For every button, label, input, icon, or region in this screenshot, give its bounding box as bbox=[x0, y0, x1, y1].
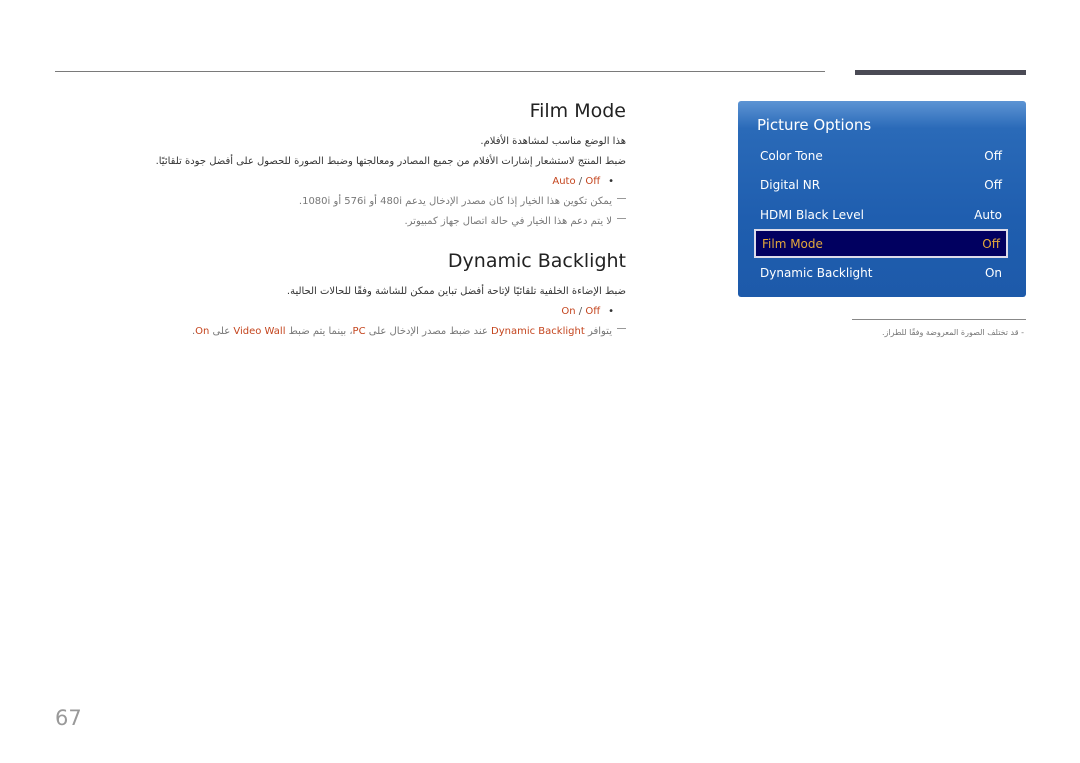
film-mode-description: هذا الوضع مناسب لمشاهدة الأفلام. bbox=[480, 136, 626, 147]
menu-item-value: Auto bbox=[974, 208, 1002, 222]
film-mode-note-2: لا يتم دعم هذا الخيار في حالة اتصال جهاز… bbox=[150, 212, 626, 232]
menu-item-dynamic-backlight[interactable]: Dynamic Backlight On bbox=[754, 259, 1008, 287]
dynamic-backlight-note: يتوافر Dynamic Backlight عند ضبط مصدر ال… bbox=[150, 322, 626, 342]
menu-item-color-tone[interactable]: Color Tone Off bbox=[754, 142, 1008, 170]
option-off: Off bbox=[585, 176, 601, 187]
footnote: - قد تختلف الصورة المعروضة وفقًا للطراز. bbox=[881, 328, 1024, 337]
film-mode-note-1: يمكن تكوين هذا الخيار إذا كان مصدر الإدخ… bbox=[150, 192, 626, 212]
option-separator: / bbox=[575, 306, 586, 317]
note-text: عند ضبط مصدر الإدخال على bbox=[365, 326, 492, 337]
menu-item-film-mode[interactable]: Film Mode Off bbox=[754, 229, 1008, 258]
menu-item-value: On bbox=[984, 266, 1002, 280]
main-content: Film Mode هذا الوضع مناسب لمشاهدة الأفلا… bbox=[150, 98, 626, 342]
menu-title: Picture Options bbox=[757, 116, 872, 134]
film-mode-heading: Film Mode bbox=[529, 100, 626, 122]
bullet-icon: • bbox=[608, 306, 614, 317]
dynamic-backlight-section: Dynamic Backlight ضبط الإضاءة الخلفية تل… bbox=[150, 248, 626, 342]
menu-item-value: Off bbox=[982, 236, 1000, 251]
option-on: On bbox=[561, 306, 576, 317]
footnote-divider bbox=[852, 319, 1026, 320]
header-tab-marker bbox=[855, 70, 1026, 75]
menu-item-label: Digital NR bbox=[760, 178, 821, 192]
option-off: Off bbox=[585, 306, 601, 317]
menu-item-hdmi-black-level[interactable]: HDMI Black Level Auto bbox=[754, 201, 1008, 229]
note-text: يتوافر bbox=[584, 326, 612, 337]
page-number: 67 bbox=[55, 706, 82, 730]
film-mode-detail: ضبط المنتج لاستشعار إشارات الأفلام من جم… bbox=[155, 156, 626, 167]
option-separator: / bbox=[575, 176, 586, 187]
header-rule bbox=[55, 71, 825, 72]
option-auto: Auto bbox=[552, 176, 576, 187]
note-highlight: Video Wall bbox=[233, 326, 286, 337]
dynamic-backlight-description: ضبط الإضاءة الخلفية تلقائيًا لإتاحة أفضل… bbox=[286, 286, 626, 297]
note-text: على bbox=[209, 326, 234, 337]
dynamic-backlight-heading: Dynamic Backlight bbox=[447, 250, 626, 272]
menu-item-value: Off bbox=[984, 178, 1002, 192]
menu-item-label: Film Mode bbox=[762, 236, 823, 251]
note-highlight: On bbox=[195, 326, 210, 337]
menu-item-label: HDMI Black Level bbox=[760, 208, 864, 222]
bullet-icon: • bbox=[608, 176, 614, 187]
dynamic-backlight-options: On / Off • bbox=[150, 302, 626, 322]
menu-item-label: Color Tone bbox=[760, 149, 823, 163]
note-highlight: Dynamic Backlight bbox=[491, 326, 585, 337]
menu-item-value: Off bbox=[984, 149, 1002, 163]
film-mode-section: Film Mode هذا الوضع مناسب لمشاهدة الأفلا… bbox=[150, 98, 626, 232]
menu-item-digital-nr[interactable]: Digital NR Off bbox=[754, 171, 1008, 199]
note-highlight: PC bbox=[352, 326, 366, 337]
picture-options-menu: Picture Options Color Tone Off Digital N… bbox=[738, 101, 1026, 297]
film-mode-options: Auto / Off • bbox=[150, 172, 626, 192]
menu-item-label: Dynamic Backlight bbox=[760, 266, 873, 280]
note-text: ، بينما يتم ضبط bbox=[285, 326, 353, 337]
